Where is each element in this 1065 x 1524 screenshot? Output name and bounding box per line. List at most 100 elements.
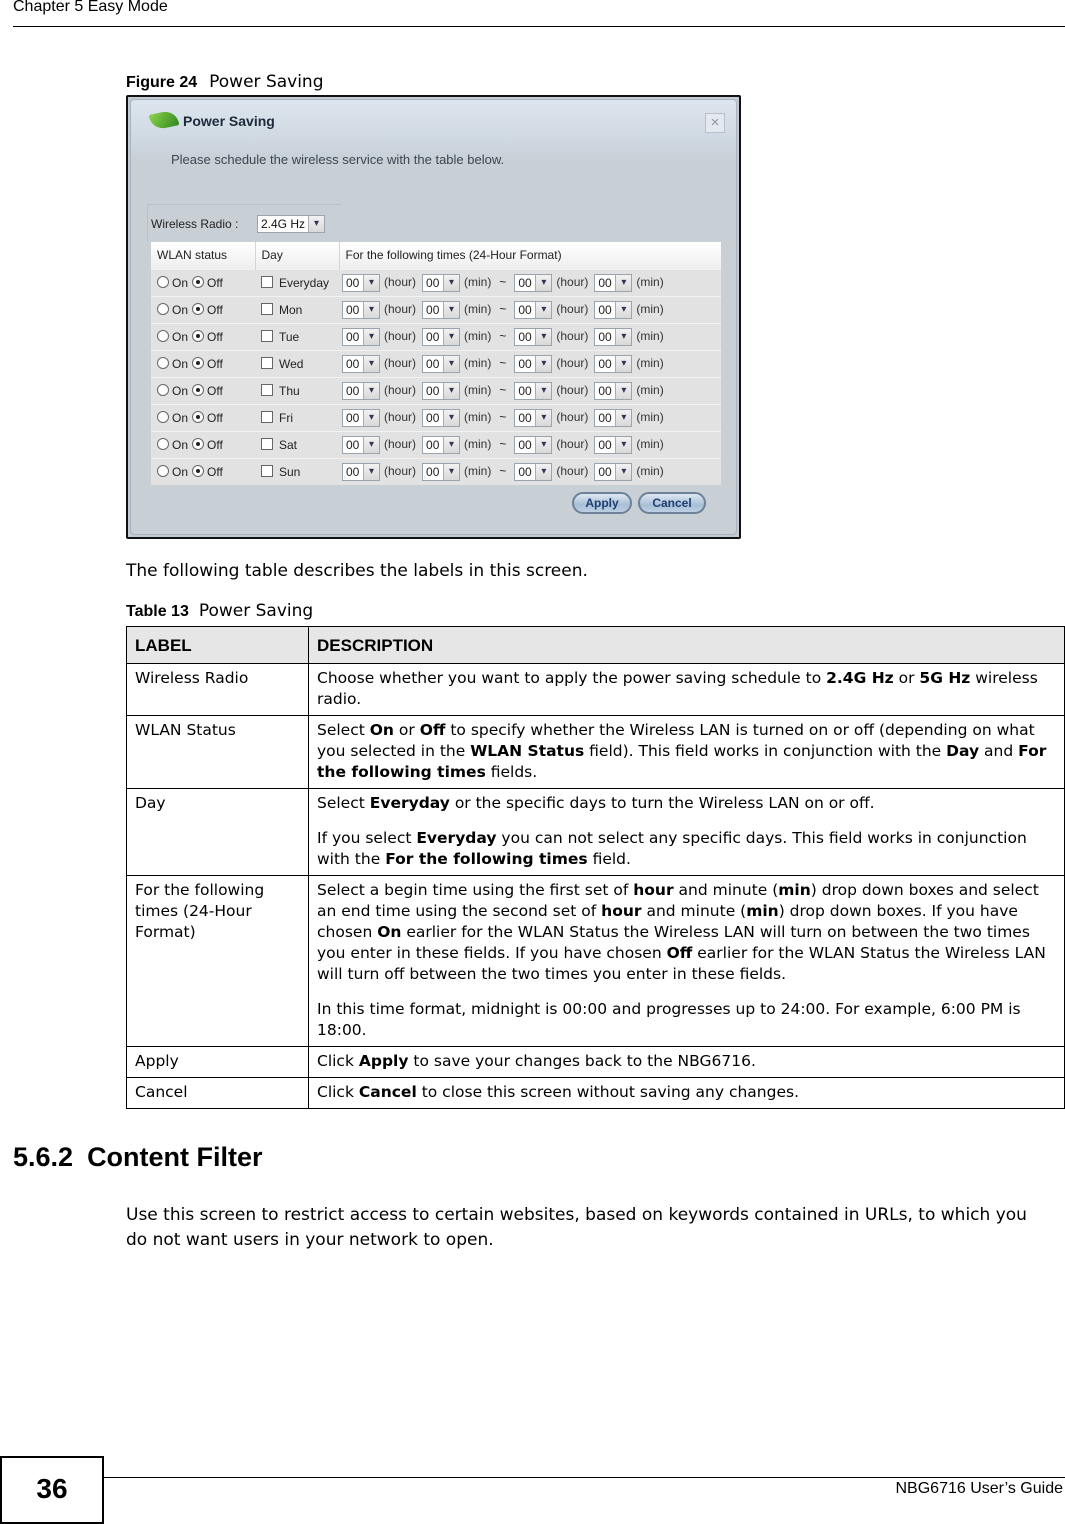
day-checkbox[interactable] xyxy=(261,275,273,288)
start-min-select-value: 00 xyxy=(426,302,440,317)
page-number: 36 xyxy=(0,1456,104,1524)
day-checkbox[interactable] xyxy=(261,410,273,423)
start-hour-select[interactable]: 00 ▾ xyxy=(342,300,380,319)
on-radio[interactable] xyxy=(157,356,169,369)
bold-term: 5G Hz xyxy=(919,669,971,687)
start-min-select[interactable]: 00 ▾ xyxy=(422,354,461,373)
chevron-down-icon: ▾ xyxy=(535,301,552,318)
off-radio[interactable] xyxy=(192,275,205,288)
on-radio[interactable] xyxy=(157,410,169,423)
text-run: and minute ( xyxy=(673,881,779,899)
chevron-down-icon: ▾ xyxy=(535,382,552,399)
day-checkbox[interactable] xyxy=(261,437,273,450)
table-row: Apply Click Apply to save your changes ba… xyxy=(126,1046,1065,1078)
off-label: Off xyxy=(207,275,223,290)
min-unit: (min) xyxy=(636,436,664,451)
text-run: Click xyxy=(317,1052,359,1070)
apply-button[interactable]: Apply xyxy=(572,492,632,514)
bold-term: Cancel xyxy=(358,1083,417,1101)
end-hour-select[interactable]: 00 ▾ xyxy=(514,462,553,481)
end-min-select[interactable]: 00 ▾ xyxy=(594,462,633,481)
day-cell: Everyday xyxy=(255,268,339,296)
start-min-select[interactable]: 00 ▾ xyxy=(422,435,461,454)
start-hour-select[interactable]: 00 ▾ xyxy=(342,354,380,373)
off-radio[interactable] xyxy=(192,410,205,423)
start-hour-select[interactable]: 00 ▾ xyxy=(342,462,380,481)
off-radio[interactable] xyxy=(192,356,205,369)
start-min-select[interactable]: 00 ▾ xyxy=(422,462,461,481)
off-radio[interactable] xyxy=(192,383,205,396)
start-hour-select[interactable]: 00 ▾ xyxy=(342,408,380,427)
day-cell: Sat xyxy=(255,430,339,458)
end-min-select[interactable]: 00 ▾ xyxy=(594,381,633,400)
start-min-select[interactable]: 00 ▾ xyxy=(422,408,461,427)
on-label: On xyxy=(172,329,189,344)
hour-unit: (hour) xyxy=(384,301,417,316)
end-min-select[interactable]: 00 ▾ xyxy=(594,408,633,427)
on-radio[interactable] xyxy=(157,383,169,396)
off-label: Off xyxy=(207,464,223,479)
on-radio[interactable] xyxy=(157,464,169,477)
close-button[interactable]: × xyxy=(705,113,725,133)
wireless-radio-select[interactable]: 2.4G Hz ▾ xyxy=(257,215,325,233)
bold-term: On xyxy=(377,923,402,941)
start-min-select[interactable]: 00 ▾ xyxy=(422,327,461,346)
end-hour-select[interactable]: 00 ▾ xyxy=(514,300,553,319)
end-hour-select[interactable]: 00 ▾ xyxy=(514,327,553,346)
row-description: Choose whether you want to apply the pow… xyxy=(308,663,1065,716)
off-radio[interactable] xyxy=(192,464,205,477)
chevron-down-icon: ▾ xyxy=(535,409,552,426)
day-checkbox[interactable] xyxy=(261,383,273,396)
start-hour-select-value: 00 xyxy=(346,410,360,425)
end-hour-select[interactable]: 00 ▾ xyxy=(514,381,553,400)
text-run: If you select xyxy=(317,829,417,847)
footer-rule xyxy=(104,1477,1065,1478)
start-hour-select[interactable]: 00 ▾ xyxy=(342,327,380,346)
on-radio[interactable] xyxy=(157,437,169,450)
end-hour-select[interactable]: 00 ▾ xyxy=(514,354,553,373)
end-min-select[interactable]: 00 ▾ xyxy=(594,300,633,319)
on-radio[interactable] xyxy=(157,275,169,288)
day-checkbox[interactable] xyxy=(261,302,273,315)
on-radio[interactable] xyxy=(157,302,169,315)
min-unit: (min) xyxy=(464,382,492,397)
day-checkbox[interactable] xyxy=(261,329,273,342)
schedule-row: On Off Fri 00 ▾ (hour) 00 ▾ (min) ~00 ▾ (hour) 00 ▾ (m… xyxy=(151,403,721,431)
description-paragraph: Click Apply to save your changes back to… xyxy=(317,1051,1056,1072)
end-hour-select-value: 00 xyxy=(518,329,532,344)
intro-text: The following table describes the labels… xyxy=(126,561,588,581)
on-label: On xyxy=(172,464,189,479)
section-body: Use this screen to restrict access to ce… xyxy=(126,1205,1027,1250)
end-min-select[interactable]: 00 ▾ xyxy=(594,354,633,373)
end-hour-select[interactable]: 00 ▾ xyxy=(514,435,553,454)
start-hour-select[interactable]: 00 ▾ xyxy=(342,273,380,292)
end-min-select-value: 00 xyxy=(598,356,612,371)
hour-unit: (hour) xyxy=(556,328,589,343)
cancel-button[interactable]: Cancel xyxy=(638,492,706,514)
wlan-status-cell: On Off xyxy=(151,349,255,377)
day-checkbox[interactable] xyxy=(261,356,273,369)
chevron-down-icon: ▾ xyxy=(363,274,379,291)
off-radio[interactable] xyxy=(192,302,205,315)
description-paragraph: Click Cancel to close this screen withou… xyxy=(317,1082,1056,1103)
end-hour-select[interactable]: 00 ▾ xyxy=(514,408,553,427)
text-run: Select xyxy=(317,794,370,812)
start-min-select[interactable]: 00 ▾ xyxy=(422,300,461,319)
start-min-select[interactable]: 00 ▾ xyxy=(422,381,461,400)
end-min-select[interactable]: 00 ▾ xyxy=(594,273,633,292)
end-min-select[interactable]: 00 ▾ xyxy=(594,327,633,346)
start-min-select[interactable]: 00 ▾ xyxy=(422,273,461,292)
end-hour-select[interactable]: 00 ▾ xyxy=(514,273,553,292)
end-min-select-value: 00 xyxy=(598,275,612,290)
on-radio[interactable] xyxy=(157,329,169,342)
off-radio[interactable] xyxy=(192,437,205,450)
end-min-select[interactable]: 00 ▾ xyxy=(594,435,633,454)
off-radio[interactable] xyxy=(192,329,205,342)
hour-unit: (hour) xyxy=(384,274,417,289)
day-checkbox[interactable] xyxy=(261,464,273,477)
day-cell: Mon xyxy=(255,295,339,323)
row-description: Click Cancel to close this screen withou… xyxy=(308,1077,1065,1109)
start-hour-select[interactable]: 00 ▾ xyxy=(342,435,380,454)
on-label: On xyxy=(172,383,189,398)
start-hour-select[interactable]: 00 ▾ xyxy=(342,381,380,400)
